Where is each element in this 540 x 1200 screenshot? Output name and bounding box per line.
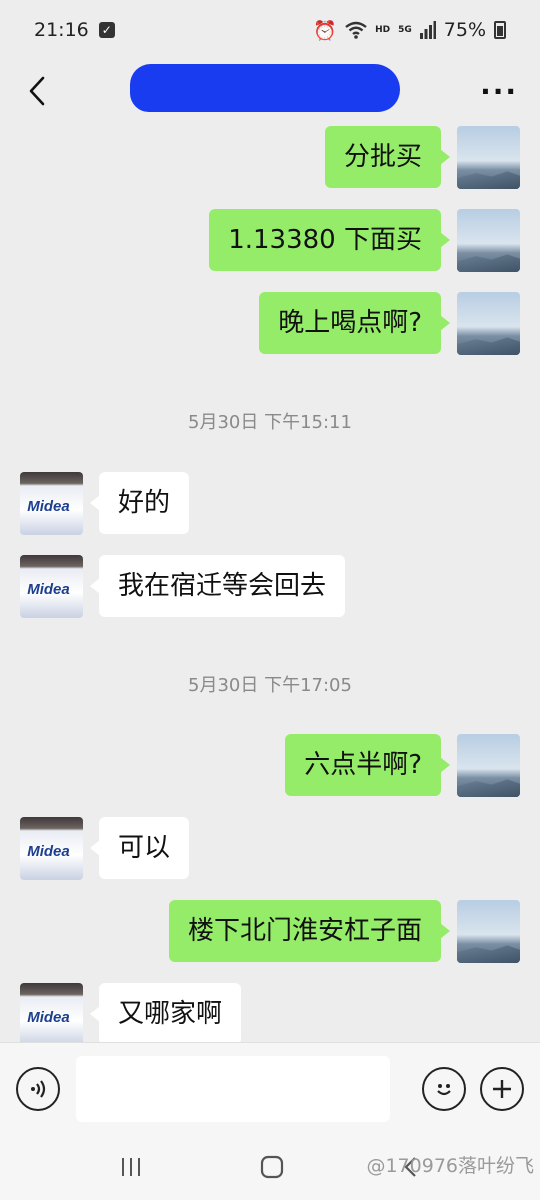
my-avatar[interactable]: [457, 900, 520, 963]
my-avatar[interactable]: [457, 292, 520, 355]
message-row: Midea 好的: [20, 472, 190, 535]
my-avatar[interactable]: [457, 209, 520, 272]
network-label: 5G: [398, 25, 412, 35]
received-message-bubble[interactable]: 我在宿迁等会回去: [89, 555, 346, 617]
system-nav-bar: @170976落叶纷飞: [0, 1134, 540, 1200]
watermark: @170976落叶纷飞: [366, 1155, 534, 1177]
status-bar: 21:16 ✓ ⏰ HD 5G 75%: [0, 0, 540, 60]
chat-header: ···: [0, 60, 540, 122]
more-options-button[interactable]: ···: [480, 75, 518, 108]
avatar-logo-text: Midea: [27, 1009, 70, 1026]
chevron-left-icon: [29, 76, 45, 106]
hd-label: HD: [375, 25, 391, 35]
message-row: 分批买: [324, 126, 520, 189]
message-row: 六点半啊?: [285, 734, 520, 797]
voice-icon: [31, 1079, 46, 1098]
my-avatar[interactable]: [457, 734, 520, 797]
input-bar: [0, 1042, 540, 1134]
more-functions-button[interactable]: [480, 1066, 524, 1111]
contact-avatar[interactable]: Midea: [20, 555, 83, 618]
emoji-button[interactable]: [422, 1066, 466, 1111]
contact-avatar[interactable]: Midea: [20, 817, 83, 880]
timestamp-divider: 5月30日 下午15:11: [188, 412, 352, 433]
received-message-bubble[interactable]: 好的: [89, 472, 190, 534]
received-message-bubble[interactable]: 又哪家啊: [89, 983, 242, 1042]
sent-message-bubble[interactable]: 晚上喝点啊?: [259, 292, 450, 354]
plus-icon: [493, 1079, 511, 1098]
battery-percent: 75%: [443, 19, 486, 41]
sent-message-bubble[interactable]: 1.13380 下面买: [209, 209, 450, 271]
redacted-contact-name: [130, 64, 400, 112]
back-button[interactable]: [22, 71, 52, 111]
contact-avatar[interactable]: Midea: [20, 472, 83, 535]
sent-message-bubble[interactable]: 六点半啊?: [285, 734, 450, 796]
signal-icon: [419, 21, 436, 39]
message-row: Midea 可以: [20, 817, 190, 880]
voice-input-button[interactable]: [16, 1066, 60, 1111]
home-icon[interactable]: [260, 1155, 284, 1179]
contact-avatar[interactable]: Midea: [20, 983, 83, 1042]
alarm-icon: ⏰: [313, 19, 338, 42]
message-row: Midea 又哪家啊: [20, 983, 242, 1042]
message-row: 1.13380 下面买: [209, 209, 520, 272]
wifi-icon: [345, 21, 367, 39]
recent-apps-icon[interactable]: [119, 1156, 143, 1178]
battery-icon: [494, 21, 506, 39]
avatar-logo-text: Midea: [27, 843, 70, 860]
message-list[interactable]: 分批买 1.13380 下面买 晚上喝点啊? 5月30日 下午15:11 Mid…: [0, 122, 540, 1042]
message-input[interactable]: [76, 1055, 390, 1122]
received-message-bubble[interactable]: 可以: [89, 817, 190, 879]
message-row: Midea 我在宿迁等会回去: [20, 555, 346, 618]
message-row: 楼下北门淮安杠子面: [168, 900, 520, 963]
avatar-logo-text: Midea: [27, 498, 70, 515]
sent-message-bubble[interactable]: 分批买: [324, 126, 451, 188]
timestamp-divider: 5月30日 下午17:05: [188, 675, 352, 696]
message-row: 晚上喝点啊?: [259, 292, 520, 355]
status-time: 21:16: [34, 19, 89, 41]
notification-check-icon: ✓: [98, 22, 115, 38]
sent-message-bubble[interactable]: 楼下北门淮安杠子面: [168, 900, 451, 962]
emoji-icon: [437, 1083, 451, 1095]
my-avatar[interactable]: [457, 126, 520, 189]
avatar-logo-text: Midea: [27, 581, 70, 598]
